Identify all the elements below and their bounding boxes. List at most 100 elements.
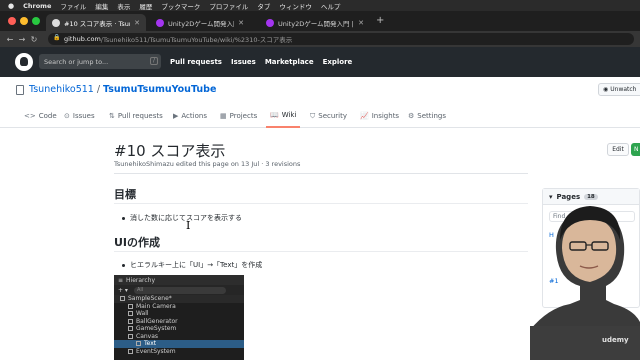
nav-pull-requests[interactable]: Pull requests <box>170 58 222 66</box>
browser-tab-strip: #10 スコア表示 · Tsunehiko511/T ✕ Unity2Dゲーム開… <box>0 11 640 31</box>
tab-actions[interactable]: ▶ Actions <box>173 104 207 128</box>
close-tab-icon[interactable]: ✕ <box>134 19 140 27</box>
add-object-button: + ▾ <box>118 286 128 294</box>
browser-tab[interactable]: Unity2Dゲーム開発入門 | Unity ✕ <box>150 14 250 31</box>
repo-name-link[interactable]: TsumuTsumuYouTube <box>103 84 216 95</box>
nav-explore[interactable]: Explore <box>323 58 353 66</box>
hierarchy-row: GameSystem <box>114 325 244 333</box>
search-placeholder: Search or jump to... <box>44 57 109 66</box>
nav-marketplace[interactable]: Marketplace <box>265 58 314 66</box>
hierarchy-row-label: EventSystem <box>136 347 176 355</box>
tab-security[interactable]: ⛉ Security <box>310 104 347 128</box>
search-shortcut-key: / <box>150 57 158 65</box>
browser-tab[interactable]: Unity2Dゲーム開発入門 | Unity ✕ <box>260 14 370 31</box>
tab-pull-requests[interactable]: ⇅ Pull requests <box>109 104 163 128</box>
pull-request-icon: ⇅ <box>109 112 115 120</box>
presenter-webcam-overlay <box>530 206 640 360</box>
unwatch-label: Unwatch <box>610 86 637 93</box>
menubar-item-window[interactable]: ウィンドウ <box>279 1 312 11</box>
section-heading-ui: UIの作成 <box>114 236 161 249</box>
close-tab-icon[interactable]: ✕ <box>238 19 244 27</box>
hierarchy-row: Canvas <box>114 333 244 341</box>
github-search-input[interactable]: Search or jump to... / <box>39 54 161 69</box>
menubar-item-edit[interactable]: 編集 <box>95 1 108 11</box>
gameobject-cube-icon <box>128 333 133 339</box>
back-icon[interactable]: ← <box>4 35 16 44</box>
repo-separator: / <box>96 84 101 95</box>
gameobject-cube-icon <box>120 296 125 302</box>
list-icon: ≡ <box>118 276 124 284</box>
shield-icon: ⛉ <box>310 111 316 120</box>
list-item: 消した数に応じてスコアを表示する <box>122 213 242 223</box>
menubar-item-tab[interactable]: タブ <box>257 1 270 11</box>
unwatch-button[interactable]: ◉ Unwatch <box>598 83 640 96</box>
gameobject-cube-icon <box>128 326 133 332</box>
tab-label: Insights <box>371 112 400 120</box>
edit-button[interactable]: Edit <box>607 143 629 156</box>
close-tab-icon[interactable]: ✕ <box>358 19 364 27</box>
code-icon: <> <box>24 112 36 120</box>
gameobject-cube-icon <box>128 311 133 317</box>
forward-icon[interactable]: → <box>16 35 28 44</box>
browser-toolbar: ← → ↻ 🔒 github.com/Tsunehiko511/TsumuTsu… <box>0 31 640 47</box>
menubar-item-view[interactable]: 表示 <box>117 1 130 11</box>
menubar-app-name[interactable]: Chrome <box>23 2 51 10</box>
lock-icon: 🔒 <box>53 34 61 41</box>
hierarchy-header: ≡ Hierarchy <box>114 275 244 285</box>
section-heading-goal: 目標 <box>114 188 136 201</box>
hierarchy-row-label: Main Camera <box>136 302 176 310</box>
tab-settings[interactable]: ⚙ Settings <box>408 104 446 128</box>
tab-code[interactable]: <> Code <box>24 104 57 128</box>
menubar-item-help[interactable]: ヘルプ <box>321 1 341 11</box>
book-icon: 📖 <box>270 111 279 119</box>
tab-wiki[interactable]: 📖 Wiki <box>266 104 301 128</box>
bullet-icon <box>122 216 125 220</box>
tab-label: Settings <box>417 112 446 120</box>
gameobject-cube-icon <box>128 348 133 354</box>
new-page-button[interactable]: N <box>631 143 640 156</box>
menubar-item-file[interactable]: ファイル <box>60 1 86 11</box>
tab-title: Unity2Dゲーム開発入門 | Unity <box>278 19 354 28</box>
heading-rule <box>114 251 528 252</box>
hierarchy-screenshot: ≡ Hierarchy + ▾ All SampleScene* Main Cam… <box>114 275 244 360</box>
project-icon: ▦ <box>220 112 227 120</box>
repo-owner-link[interactable]: Tsunehiko511 <box>29 84 94 95</box>
address-path: /Tsunehiko511/TsumuTsumuYouTube/wiki/%23… <box>100 36 293 44</box>
gameobject-cube-icon <box>128 318 133 324</box>
close-window-icon[interactable] <box>8 17 16 25</box>
hierarchy-title: Hierarchy <box>126 276 156 284</box>
hierarchy-row-label: Text <box>144 340 157 348</box>
hierarchy-rows: SampleScene* Main Camera Wall BallGenerator… <box>114 295 244 355</box>
apple-menu-icon[interactable]: ● <box>8 2 14 10</box>
github-favicon-icon <box>52 18 60 27</box>
tab-insights[interactable]: 📈 Insights <box>360 104 399 128</box>
minimize-window-icon[interactable] <box>20 17 28 25</box>
new-tab-icon[interactable]: + <box>376 15 384 26</box>
text-cursor-icon: I <box>186 219 191 232</box>
hierarchy-toolbar: + ▾ All <box>114 285 244 295</box>
github-logo-icon[interactable] <box>15 53 33 71</box>
gameobject-cube-icon <box>136 341 141 347</box>
tab-issues[interactable]: ⊙ Issues <box>64 104 95 128</box>
tab-label: Security <box>318 112 347 120</box>
play-icon: ▶ <box>173 112 179 120</box>
reload-icon[interactable]: ↻ <box>28 35 40 44</box>
nav-issues[interactable]: Issues <box>231 58 256 66</box>
menubar-item-history[interactable]: 履歴 <box>139 1 152 11</box>
hierarchy-row-label: SampleScene* <box>128 295 172 303</box>
zoom-window-icon[interactable] <box>32 17 40 25</box>
browser-tab-active[interactable]: #10 スコア表示 · Tsunehiko511/T ✕ <box>46 14 146 31</box>
tab-title: Unity2Dゲーム開発入門 | Unity <box>168 19 235 28</box>
graph-icon: 📈 <box>360 112 369 120</box>
repo-breadcrumb: Tsunehiko511 / TsumuTsumuYouTube <box>16 84 216 95</box>
github-nav: Pull requests Issues Marketplace Explore <box>170 47 352 77</box>
tab-projects[interactable]: ▦ Projects <box>220 104 257 128</box>
title-divider <box>114 173 528 174</box>
tab-label: Projects <box>229 112 258 120</box>
menubar-item-profiles[interactable]: プロファイル <box>209 1 248 11</box>
menubar-item-bookmarks[interactable]: ブックマーク <box>161 1 200 11</box>
hierarchy-row-label: Canvas <box>136 332 159 340</box>
list-item: ヒエラルキー上に「UI」→「Text」を作成 <box>122 260 262 270</box>
address-bar[interactable]: 🔒 github.com/Tsunehiko511/TsumuTsumuYouT… <box>48 33 634 45</box>
hierarchy-row: BallGenerator <box>114 318 244 326</box>
